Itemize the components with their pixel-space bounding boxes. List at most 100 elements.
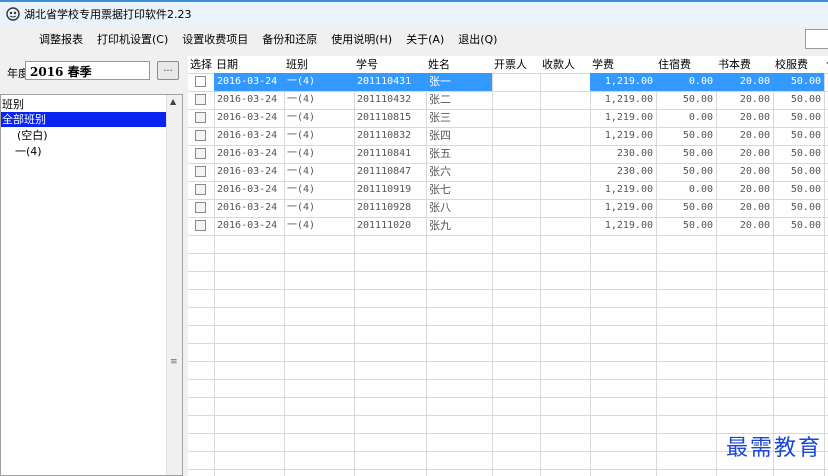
table-row[interactable]: 2016-03-24 一(4) 201110928 张八 1,219.00 50.00 20… xyxy=(188,199,828,217)
cell-date[interactable]: 2016-03-24 xyxy=(214,163,284,181)
cell-payee[interactable] xyxy=(540,163,590,181)
cell-books[interactable]: 20.00 xyxy=(716,109,773,127)
cell-payee[interactable] xyxy=(540,181,590,199)
row-select-checkbox[interactable] xyxy=(195,94,206,105)
cell-date[interactable]: 2016-03-24 xyxy=(214,217,284,235)
cell-lodging[interactable]: 50.00 xyxy=(656,199,716,217)
cell-uniform[interactable]: 50.00 xyxy=(773,109,824,127)
cell-id[interactable]: 201111020 xyxy=(354,217,426,235)
col-header-select[interactable]: 选择 xyxy=(188,56,215,73)
cell-date[interactable]: 2016-03-24 xyxy=(214,199,284,217)
table-row[interactable]: 2016-03-24 一(4) 201110847 张六 230.00 50.00 20.0… xyxy=(188,163,828,181)
class-item-1-4[interactable]: 一(4) xyxy=(15,144,42,159)
cell-books[interactable]: 20.00 xyxy=(716,127,773,145)
cell-class[interactable]: 一(4) xyxy=(284,109,354,127)
cell-class[interactable]: 一(4) xyxy=(284,73,354,91)
cell-lodging[interactable]: 50.00 xyxy=(656,145,716,163)
menu-help[interactable]: 使用说明(H) xyxy=(324,31,399,47)
col-header-class[interactable]: 班别 xyxy=(284,56,354,73)
table-row[interactable]: 2016-03-24 一(4) 201110431 张一 1,219.00 0.00 20.… xyxy=(188,73,828,91)
cell-lodging[interactable]: 50.00 xyxy=(656,127,716,145)
cell-uniform[interactable]: 50.00 xyxy=(773,145,824,163)
table-row[interactable]: 2016-03-24 一(4) 201111020 张九 1,219.00 50.00 20… xyxy=(188,217,828,235)
cell-class[interactable]: 一(4) xyxy=(284,199,354,217)
cell-name[interactable]: 张一 xyxy=(426,73,492,91)
cell-name[interactable]: 张六 xyxy=(426,163,492,181)
cell-issuer[interactable] xyxy=(492,217,540,235)
cell-books[interactable]: 20.00 xyxy=(716,163,773,181)
cell-issuer[interactable] xyxy=(492,181,540,199)
cell-class[interactable]: 一(4) xyxy=(284,91,354,109)
menu-backup-restore[interactable]: 备份和还原 xyxy=(255,31,324,47)
col-header-total[interactable]: 合 xyxy=(824,56,828,73)
cell-tuition[interactable]: 1,219.00 xyxy=(590,181,656,199)
cell-id[interactable]: 201110928 xyxy=(354,199,426,217)
cell-lodging[interactable]: 50.00 xyxy=(656,91,716,109)
cell-issuer[interactable] xyxy=(492,91,540,109)
table-row[interactable]: 2016-03-24 一(4) 201110815 张三 1,219.00 0.00 20.… xyxy=(188,109,828,127)
cell-tuition[interactable]: 1,219.00 xyxy=(590,127,656,145)
table-row[interactable]: 2016-03-24 一(4) 201110832 张四 1,219.00 50.00 20… xyxy=(188,127,828,145)
top-right-field[interactable] xyxy=(805,29,828,49)
cell-name[interactable]: 张四 xyxy=(426,127,492,145)
row-select-checkbox[interactable] xyxy=(195,130,206,141)
menu-about[interactable]: 关于(A) xyxy=(399,31,451,47)
cell-issuer[interactable] xyxy=(492,109,540,127)
cell-books[interactable]: 20.00 xyxy=(716,145,773,163)
class-item-all[interactable]: 全部班别 xyxy=(1,112,167,127)
cell-books[interactable]: 20.00 xyxy=(716,181,773,199)
col-header-name[interactable]: 姓名 xyxy=(426,56,492,73)
cell-lodging[interactable]: 50.00 xyxy=(656,163,716,181)
cell-date[interactable]: 2016-03-24 xyxy=(214,181,284,199)
cell-payee[interactable] xyxy=(540,73,590,91)
cell-lodging[interactable]: 50.00 xyxy=(656,217,716,235)
cell-payee[interactable] xyxy=(540,199,590,217)
col-header-date[interactable]: 日期 xyxy=(214,56,284,73)
cell-id[interactable]: 201110832 xyxy=(354,127,426,145)
cell-uniform[interactable]: 50.00 xyxy=(773,217,824,235)
cell-payee[interactable] xyxy=(540,217,590,235)
menu-printer-settings[interactable]: 打印机设置(C) xyxy=(90,31,175,47)
col-header-id[interactable]: 学号 xyxy=(354,56,426,73)
scroll-up-icon[interactable]: ▲ xyxy=(170,97,176,106)
row-select-checkbox[interactable] xyxy=(195,220,206,231)
cell-id[interactable]: 201110815 xyxy=(354,109,426,127)
cell-name[interactable]: 张七 xyxy=(426,181,492,199)
cell-name[interactable]: 张八 xyxy=(426,199,492,217)
class-list[interactable]: 班别 全部班别 (空白) 一(4) ▲ ≡ xyxy=(0,94,183,476)
cell-id[interactable]: 201110431 xyxy=(354,73,426,91)
col-header-uniform[interactable]: 校服费 xyxy=(773,56,827,73)
cell-name[interactable]: 张二 xyxy=(426,91,492,109)
row-select-checkbox[interactable] xyxy=(195,202,206,213)
cell-books[interactable]: 20.00 xyxy=(716,73,773,91)
cell-payee[interactable] xyxy=(540,145,590,163)
cell-issuer[interactable] xyxy=(492,73,540,91)
col-header-issuer[interactable]: 开票人 xyxy=(492,56,540,73)
row-select-checkbox[interactable] xyxy=(195,76,206,87)
cell-uniform[interactable]: 50.00 xyxy=(773,91,824,109)
col-header-tuition[interactable]: 学费 xyxy=(590,56,656,73)
cell-tuition[interactable]: 1,219.00 xyxy=(590,91,656,109)
table-row[interactable]: 2016-03-24 一(4) 201110841 张五 230.00 50.00 20.0… xyxy=(188,145,828,163)
cell-date[interactable]: 2016-03-24 xyxy=(214,109,284,127)
cell-id[interactable]: 201110919 xyxy=(354,181,426,199)
cell-issuer[interactable] xyxy=(492,163,540,181)
cell-issuer[interactable] xyxy=(492,145,540,163)
cell-class[interactable]: 一(4) xyxy=(284,127,354,145)
cell-books[interactable]: 20.00 xyxy=(716,199,773,217)
cell-uniform[interactable]: 50.00 xyxy=(773,127,824,145)
cell-class[interactable]: 一(4) xyxy=(284,181,354,199)
year-field[interactable]: 2016 春季 xyxy=(25,61,150,80)
cell-issuer[interactable] xyxy=(492,199,540,217)
class-item-blank[interactable]: (空白) xyxy=(17,128,48,143)
cell-id[interactable]: 201110841 xyxy=(354,145,426,163)
cell-tuition[interactable]: 1,219.00 xyxy=(590,199,656,217)
cell-name[interactable]: 张三 xyxy=(426,109,492,127)
cell-payee[interactable] xyxy=(540,91,590,109)
cell-lodging[interactable]: 0.00 xyxy=(656,73,716,91)
cell-class[interactable]: 一(4) xyxy=(284,217,354,235)
col-header-lodging[interactable]: 住宿费 xyxy=(656,56,716,73)
table-row[interactable]: 2016-03-24 一(4) 201110432 张二 1,219.00 50.00 20… xyxy=(188,91,828,109)
cell-id[interactable]: 201110432 xyxy=(354,91,426,109)
cell-lodging[interactable]: 0.00 xyxy=(656,181,716,199)
